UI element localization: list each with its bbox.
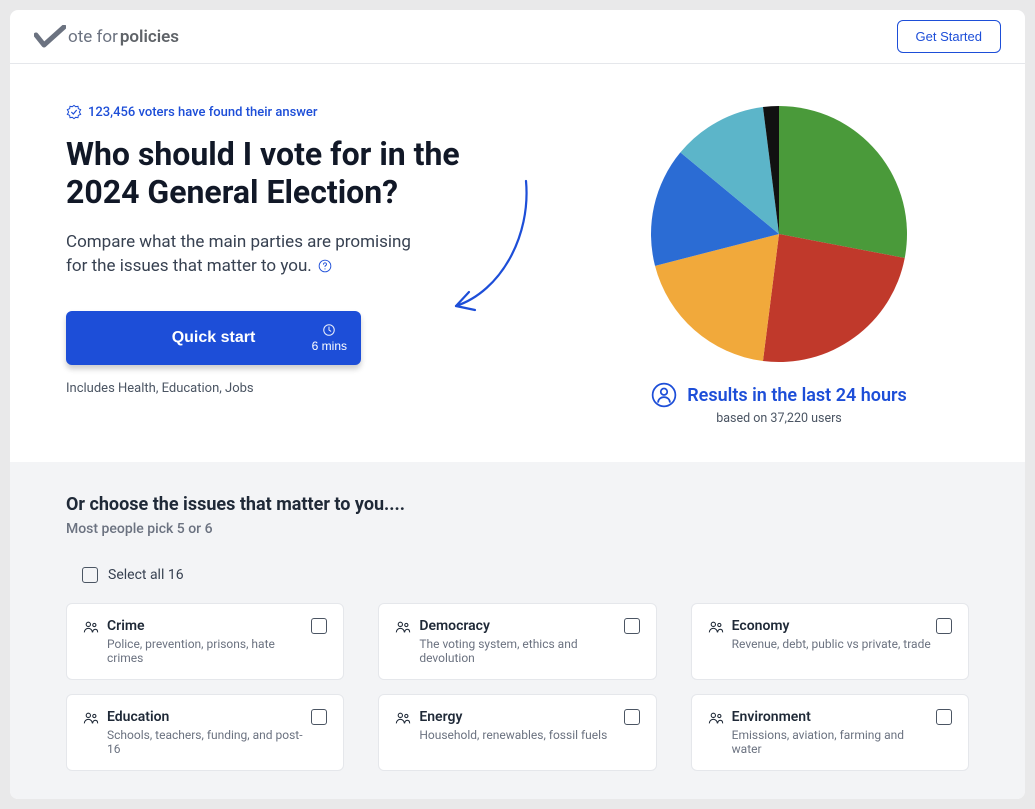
clock-icon	[322, 323, 336, 337]
checkbox-icon	[936, 709, 952, 725]
issue-desc: Police, prevention, prisons, hate crimes	[107, 637, 311, 665]
voter-count-badge: 123,456 voters have found their answer	[66, 104, 549, 120]
issues-section: Or choose the issues that matter to you.…	[10, 462, 1025, 799]
results-headline-text: Results in the last 24 hours	[687, 385, 907, 406]
hero: 123,456 voters have found their answer W…	[10, 64, 1025, 462]
people-icon	[395, 619, 411, 638]
issue-card-democracy[interactable]: Democracy The voting system, ethics and d…	[378, 603, 656, 680]
checkbox-icon	[311, 709, 327, 725]
page-title: Who should I vote for in the 2024 Genera…	[66, 136, 486, 212]
people-icon	[395, 710, 411, 729]
results-pie-chart	[649, 104, 909, 364]
results-subtext: based on 37,220 users	[716, 411, 842, 426]
issue-desc: Household, renewables, fossil fuels	[419, 728, 607, 742]
issue-main: Crime Police, prevention, prisons, hate c…	[83, 618, 311, 665]
results-headline: Results in the last 24 hours	[651, 382, 907, 408]
people-icon	[83, 619, 99, 638]
logo-text-bold: policies	[120, 27, 179, 47]
voter-count-text: 123,456 voters have found their answer	[88, 105, 318, 120]
pie-slice-green	[779, 106, 907, 258]
people-icon	[708, 710, 724, 729]
issue-card-economy[interactable]: Economy Revenue, debt, public vs private,…	[691, 603, 969, 680]
hero-left: 123,456 voters have found their answer W…	[66, 104, 549, 426]
issue-main: Democracy The voting system, ethics and d…	[395, 618, 623, 665]
quick-start-time: 6 mins	[312, 323, 347, 353]
checkbox-icon	[624, 618, 640, 634]
checkbox-icon	[624, 709, 640, 725]
issue-desc: Schools, teachers, funding, and post-16	[107, 728, 311, 756]
issue-main: Economy Revenue, debt, public vs private,…	[708, 618, 931, 651]
issue-title: Energy	[419, 709, 607, 725]
hero-right: Results in the last 24 hours based on 37…	[589, 104, 969, 426]
issue-card-crime[interactable]: Crime Police, prevention, prisons, hate c…	[66, 603, 344, 680]
issue-desc: Revenue, debt, public vs private, trade	[732, 637, 931, 651]
issue-title: Environment	[732, 709, 936, 725]
issue-card-energy[interactable]: Energy Household, renewables, fossil fuel…	[378, 694, 656, 771]
quick-start-includes: Includes Health, Education, Jobs	[66, 381, 549, 396]
issue-title: Democracy	[419, 618, 623, 634]
get-started-button[interactable]: Get Started	[897, 20, 1001, 53]
issue-main: Environment Emissions, aviation, farming …	[708, 709, 936, 756]
people-icon	[83, 710, 99, 729]
help-icon[interactable]	[318, 259, 332, 273]
verified-icon	[66, 104, 82, 120]
issue-title: Economy	[732, 618, 931, 634]
logo-check-icon	[34, 25, 66, 49]
issue-title: Crime	[107, 618, 311, 634]
issue-card-environment[interactable]: Environment Emissions, aviation, farming …	[691, 694, 969, 771]
issues-subtitle: Most people pick 5 or 6	[66, 521, 969, 537]
select-all-checkbox[interactable]: Select all 16	[82, 561, 184, 589]
checkbox-icon	[311, 618, 327, 634]
quick-start-button[interactable]: Quick start 6 mins	[66, 311, 361, 365]
issue-main: Energy Household, renewables, fossil fuel…	[395, 709, 607, 742]
issues-title: Or choose the issues that matter to you.…	[66, 494, 969, 515]
people-icon	[708, 619, 724, 638]
issue-main: Education Schools, teachers, funding, and…	[83, 709, 311, 756]
page-subtitle: Compare what the main parties are promis…	[66, 230, 426, 279]
app-window: ote for policies Get Started 123,456 vot…	[10, 10, 1025, 799]
checkbox-icon	[82, 567, 98, 583]
issue-desc: The voting system, ethics and devolution	[419, 637, 623, 665]
issue-desc: Emissions, aviation, farming and water	[732, 728, 936, 756]
issue-card-education[interactable]: Education Schools, teachers, funding, and…	[66, 694, 344, 771]
issue-title: Education	[107, 709, 311, 725]
select-all-label: Select all 16	[108, 567, 184, 583]
results-icon	[651, 382, 677, 408]
issues-grid: Crime Police, prevention, prisons, hate c…	[66, 603, 969, 771]
logo-text-pre: ote for	[68, 27, 118, 47]
logo[interactable]: ote for policies	[34, 25, 179, 49]
quick-start-label: Quick start	[172, 329, 256, 347]
header: ote for policies Get Started	[10, 10, 1025, 64]
subtitle-text: Compare what the main parties are promis…	[66, 232, 411, 277]
quick-start-time-text: 6 mins	[312, 339, 347, 353]
checkbox-icon	[936, 618, 952, 634]
